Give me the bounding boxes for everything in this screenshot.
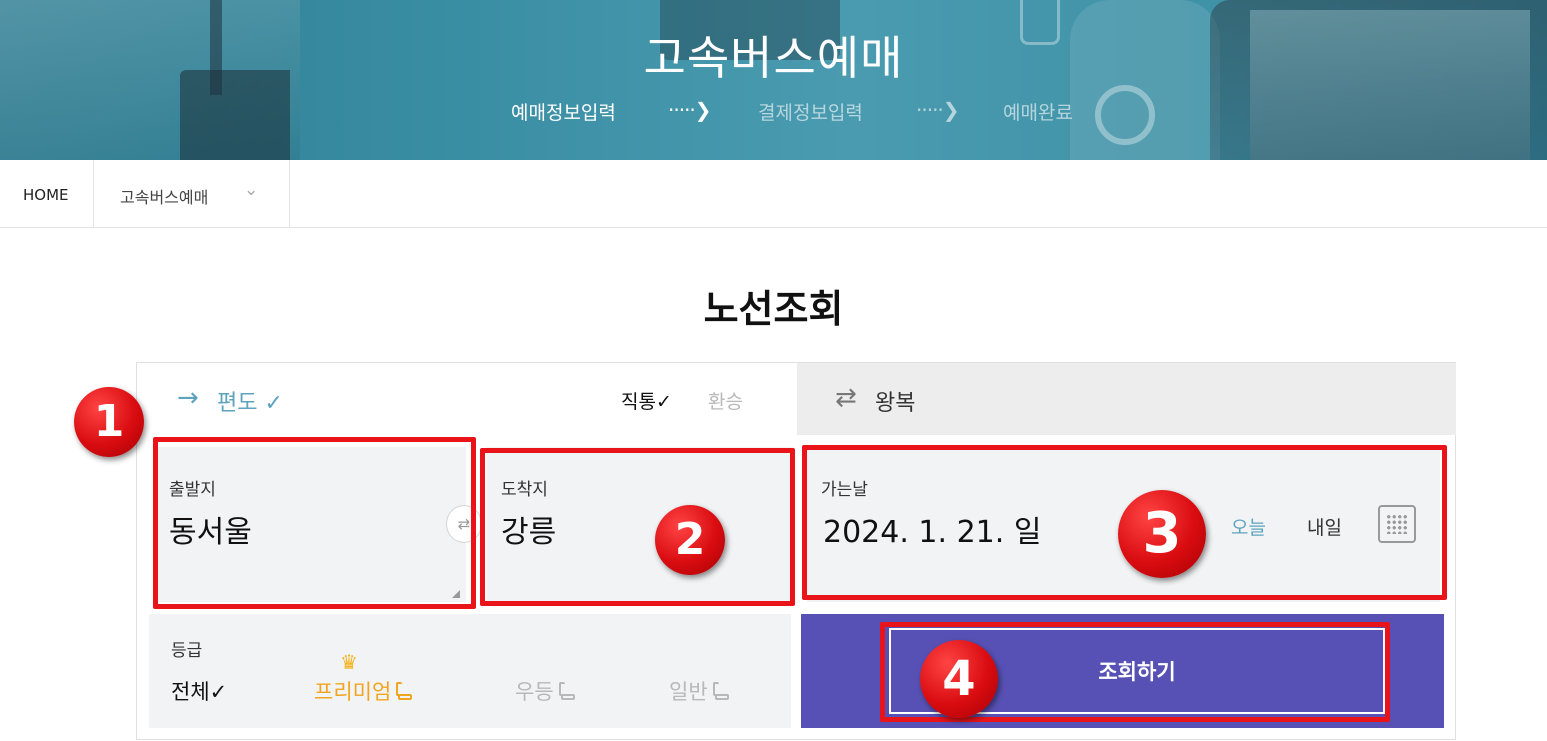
calendar-icon[interactable] bbox=[1378, 505, 1416, 543]
tab-roundtrip[interactable]: ⇄ 왕복 bbox=[797, 363, 1456, 435]
departure-field[interactable]: 출발지 동서울 bbox=[155, 447, 466, 602]
seat-icon bbox=[557, 680, 579, 702]
chevron-down-icon: ⌄ bbox=[244, 180, 259, 200]
tomorrow-button[interactable]: 내일 bbox=[1307, 513, 1342, 540]
step-arrow-icon: ·····❯ bbox=[916, 98, 960, 122]
swap-stations-button[interactable]: ⇄ bbox=[446, 505, 482, 543]
grade-option-normal-label: 일반 bbox=[669, 680, 708, 704]
annotation-badge-4: 4 bbox=[920, 640, 998, 718]
crown-icon: ♛ bbox=[340, 650, 358, 674]
grade-option-premium-label: 프리미엄 bbox=[314, 680, 392, 704]
grade-field: 등급 전체✓ ♛ 프리미엄 우등 일반 bbox=[149, 614, 791, 728]
step-booking-complete: 예매완료 bbox=[1003, 102, 1073, 124]
annotation-badge-2: 2 bbox=[655, 505, 725, 575]
breadcrumb-home[interactable]: HOME bbox=[0, 160, 94, 227]
departure-label: 출발지 bbox=[169, 480, 216, 500]
seat-icon bbox=[394, 680, 416, 702]
tab-oneway-label: 편도 ✓ bbox=[217, 391, 283, 416]
departure-value: 동서울 bbox=[169, 515, 252, 550]
hero-title: 고속버스예매 bbox=[643, 31, 904, 85]
today-button[interactable]: 오늘 bbox=[1231, 513, 1266, 540]
swap-arrows-icon: ⇄ bbox=[835, 383, 857, 413]
resize-grip-icon bbox=[452, 590, 460, 598]
arrival-field[interactable]: 도착지 강릉 bbox=[487, 447, 793, 602]
arrival-label: 도착지 bbox=[501, 480, 548, 500]
search-area: 조회하기 bbox=[801, 614, 1444, 728]
date-label: 가는날 bbox=[821, 480, 868, 500]
arrow-right-icon: → bbox=[177, 383, 199, 413]
booking-steps: 예매정보입력 ·····❯ 결제정보입력 ·····❯ 예매완료 bbox=[0, 98, 1547, 128]
hero-banner: 고속버스예매 예매정보입력 ·····❯ 결제정보입력 ·····❯ 예매완료 bbox=[0, 0, 1547, 160]
route-transfer-option[interactable]: 환승 bbox=[708, 387, 743, 414]
step-arrow-icon: ·····❯ bbox=[668, 98, 712, 122]
seat-icon bbox=[711, 680, 733, 702]
annotation-badge-3: 3 bbox=[1118, 490, 1206, 578]
grade-label: 등급 bbox=[171, 641, 203, 661]
grade-option-all[interactable]: 전체✓ bbox=[171, 676, 227, 706]
route-search-panel: → 편도 ✓ 직통✓ 환승 ⇄ 왕복 출발지 동서울 ⇄ 도착지 강릉 가는날 … bbox=[136, 362, 1456, 740]
breadcrumb-dropdown[interactable]: 고속버스예매 ⌄ bbox=[94, 160, 290, 227]
date-value: 2024. 1. 21. 일 bbox=[823, 515, 1042, 550]
step-payment-info: 결제정보입력 bbox=[758, 102, 863, 124]
page-title: 노선조회 bbox=[703, 287, 844, 331]
grade-option-premium[interactable]: 프리미엄 bbox=[314, 676, 416, 706]
arrival-value: 강릉 bbox=[501, 515, 557, 550]
breadcrumb-current-label: 고속버스예매 bbox=[120, 188, 209, 207]
route-direct-option[interactable]: 직통✓ bbox=[621, 387, 672, 414]
tab-oneway[interactable]: → 편도 ✓ 직통✓ 환승 bbox=[137, 363, 797, 435]
grade-option-deluxe[interactable]: 우등 bbox=[515, 676, 579, 706]
step-booking-info: 예매정보입력 bbox=[511, 102, 616, 124]
grade-option-deluxe-label: 우등 bbox=[515, 680, 554, 704]
grade-option-normal[interactable]: 일반 bbox=[669, 676, 733, 706]
tab-roundtrip-label: 왕복 bbox=[875, 391, 916, 416]
annotation-badge-1: 1 bbox=[74, 387, 144, 457]
breadcrumb: HOME 고속버스예매 ⌄ bbox=[0, 160, 1547, 228]
